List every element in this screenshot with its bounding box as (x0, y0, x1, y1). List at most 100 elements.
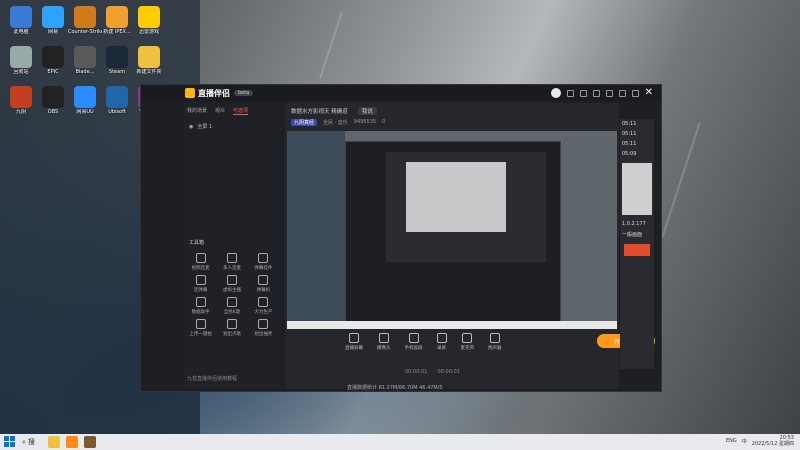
tool-item[interactable]: 弹幕机 (248, 275, 279, 293)
preview-window (345, 141, 561, 323)
app-icon (42, 46, 64, 68)
toolbox-grid: 视频连麦 多人连麦 弹幕挂件 连弹幕 虚拟主播 弹幕机 数据助手 全民K歌 大力生产 上传一键拍划… (185, 253, 279, 337)
source-control[interactable]: 摄像头 (377, 333, 391, 367)
ime-mode[interactable]: 中 (742, 438, 747, 445)
clock[interactable]: 20:53 2022/5/12 星期四 (752, 435, 794, 447)
time-entry: 05:11 (622, 131, 637, 137)
app-window: 直播伴侣 beta ✕ 我的场景 观众 可选项 ◉ 全屏 1 工具箱 视频连麦多… (140, 84, 662, 392)
status-badge: 我说 (357, 107, 377, 115)
tutorial-tip[interactable]: 九音直播伴侣使用教程 (187, 375, 237, 382)
gift-icon[interactable] (579, 89, 587, 97)
desktop-icon[interactable]: 迅雷游戏 (132, 6, 166, 35)
tool-item[interactable]: 虚拟主播 (216, 275, 247, 293)
source-icon (489, 333, 500, 343)
preview-taskbar (287, 321, 617, 329)
source-control[interactable]: 麦克风 (461, 333, 474, 367)
menu-icon[interactable] (605, 89, 613, 97)
game-tag[interactable]: 九阴真经 (291, 119, 318, 126)
tool-item[interactable]: 视频连麦 (185, 253, 216, 271)
taskbar-app-live[interactable] (66, 436, 78, 448)
desktop-icon-label: Steam (108, 69, 126, 75)
desktop-icon-label: 新建 IPEX... (103, 29, 131, 35)
tab-scenes[interactable]: 我的场景 (187, 107, 207, 115)
desktop-icon[interactable]: Blade... (68, 46, 102, 75)
tool-item[interactable]: 多人连麦 (216, 253, 247, 271)
desktop-icon[interactable]: 新建 IPEX... (100, 6, 134, 35)
search-icon: ⌕ (22, 437, 26, 446)
desktop-icon[interactable]: Counter-Strike (68, 6, 102, 35)
tool-item[interactable]: 数据助手 (185, 297, 216, 315)
desktop-icon[interactable]: 九阴 (4, 86, 38, 115)
settings-icon[interactable] (592, 89, 600, 97)
tool-icon (258, 319, 269, 329)
titlebar: 直播伴侣 beta ✕ (141, 85, 661, 101)
windows-start-icon[interactable] (4, 436, 16, 448)
tool-item[interactable]: 连弹幕 (185, 275, 216, 293)
tool-item[interactable]: 全民K歌 (216, 297, 247, 315)
taskbar-app-game[interactable] (84, 436, 96, 448)
source-control[interactable]: 直播屏幕 (345, 333, 363, 367)
tool-item[interactable]: 弹幕挂件 (248, 253, 279, 271)
minimize-icon[interactable] (618, 89, 626, 97)
tab-audience[interactable]: 观众 (215, 107, 225, 115)
scene-item[interactable]: ◉ 全屏 1 (183, 119, 281, 134)
desktop-icon-label: Ubisoft (108, 109, 126, 115)
tool-icon (258, 297, 269, 307)
room-id: 9496535 (353, 119, 377, 125)
desktop-icon-label: OBS (47, 109, 59, 115)
stage-area: 数据水方影视天 精确道 我说 九阴真经 全民 · 音乐 9496535 0 直播… (285, 103, 619, 389)
app-icon (106, 86, 128, 108)
source-icon (408, 333, 419, 343)
version-label: 1.0.2.177 (622, 221, 646, 227)
desktop-icon[interactable]: Ubisoft (100, 86, 134, 115)
category: 全民 · 音乐 (323, 120, 348, 126)
status-time-2: 00:00:01 (437, 369, 460, 375)
tool-item[interactable]: 划出点歌 (216, 319, 247, 337)
desktop-icon[interactable]: 新建文件夹 (132, 46, 166, 75)
desktop-icon-label: 回收站 (13, 69, 29, 75)
app-icon (42, 86, 64, 108)
desktop-icon[interactable]: OBS (36, 86, 70, 115)
desktop-icon[interactable]: 此电脑 (4, 6, 38, 35)
tool-icon (226, 319, 237, 329)
toolbox-title: 工具箱 (189, 240, 205, 246)
desktop-icon[interactable]: 网易UU (68, 86, 102, 115)
stream-title: 数据水方影视天 精确道 (291, 109, 348, 115)
avatar[interactable] (550, 88, 561, 98)
tool-item[interactable]: 上传一键拍 (185, 319, 216, 337)
source-control[interactable]: 扬声器 (488, 333, 502, 367)
input-lang[interactable]: ENG (726, 438, 737, 444)
app-icon (10, 86, 32, 108)
left-pane: 我的场景 观众 可选项 ◉ 全屏 1 工具箱 视频连麦 多人连麦 弹幕挂件连弹幕 虚拟… (183, 103, 281, 389)
search-button[interactable]: ⌕ 搜 (22, 437, 42, 447)
scene-label: 全屏 1 (197, 124, 213, 130)
tab-options[interactable]: 可选项 (233, 107, 249, 115)
app-icon (74, 6, 96, 28)
time-entry: 05:11 (622, 121, 637, 127)
version-badge: beta (234, 90, 254, 96)
source-icon (349, 333, 359, 343)
close-icon[interactable]: ✕ (645, 88, 653, 98)
source-control[interactable]: 手机投屏 (405, 333, 423, 367)
taskbar: ⌕ 搜 ENG 中 20:53 2022/5/12 星期四 (0, 434, 800, 450)
tool-item[interactable]: 划出抽奖 (248, 319, 279, 337)
character-thumbnail (622, 163, 652, 215)
desktop-icon[interactable]: Steam (100, 46, 134, 75)
viewer-count: 0 (382, 119, 386, 125)
time-entry: 05:11 (622, 141, 637, 147)
desktop-icon-label: 网易UU (76, 109, 94, 115)
desktop-icon-label: Counter-Strike (68, 29, 102, 35)
tool-item[interactable]: 大力生产 (248, 297, 279, 315)
desktop-icon[interactable]: EPIC (36, 46, 70, 75)
app-logo-icon (185, 88, 195, 98)
taskbar-app-folder[interactable] (48, 436, 60, 448)
desktop-icon[interactable]: 网易 (36, 6, 70, 35)
app-icon (10, 6, 32, 28)
desktop-icon-label: 此电脑 (13, 29, 29, 35)
desktop-icon[interactable]: 回收站 (4, 46, 38, 75)
message-icon[interactable] (566, 89, 574, 97)
source-control[interactable]: 录屏 (436, 333, 447, 367)
orange-action-button[interactable] (624, 244, 650, 256)
maximize-icon[interactable] (631, 89, 639, 97)
preview-window-nested (386, 152, 546, 262)
